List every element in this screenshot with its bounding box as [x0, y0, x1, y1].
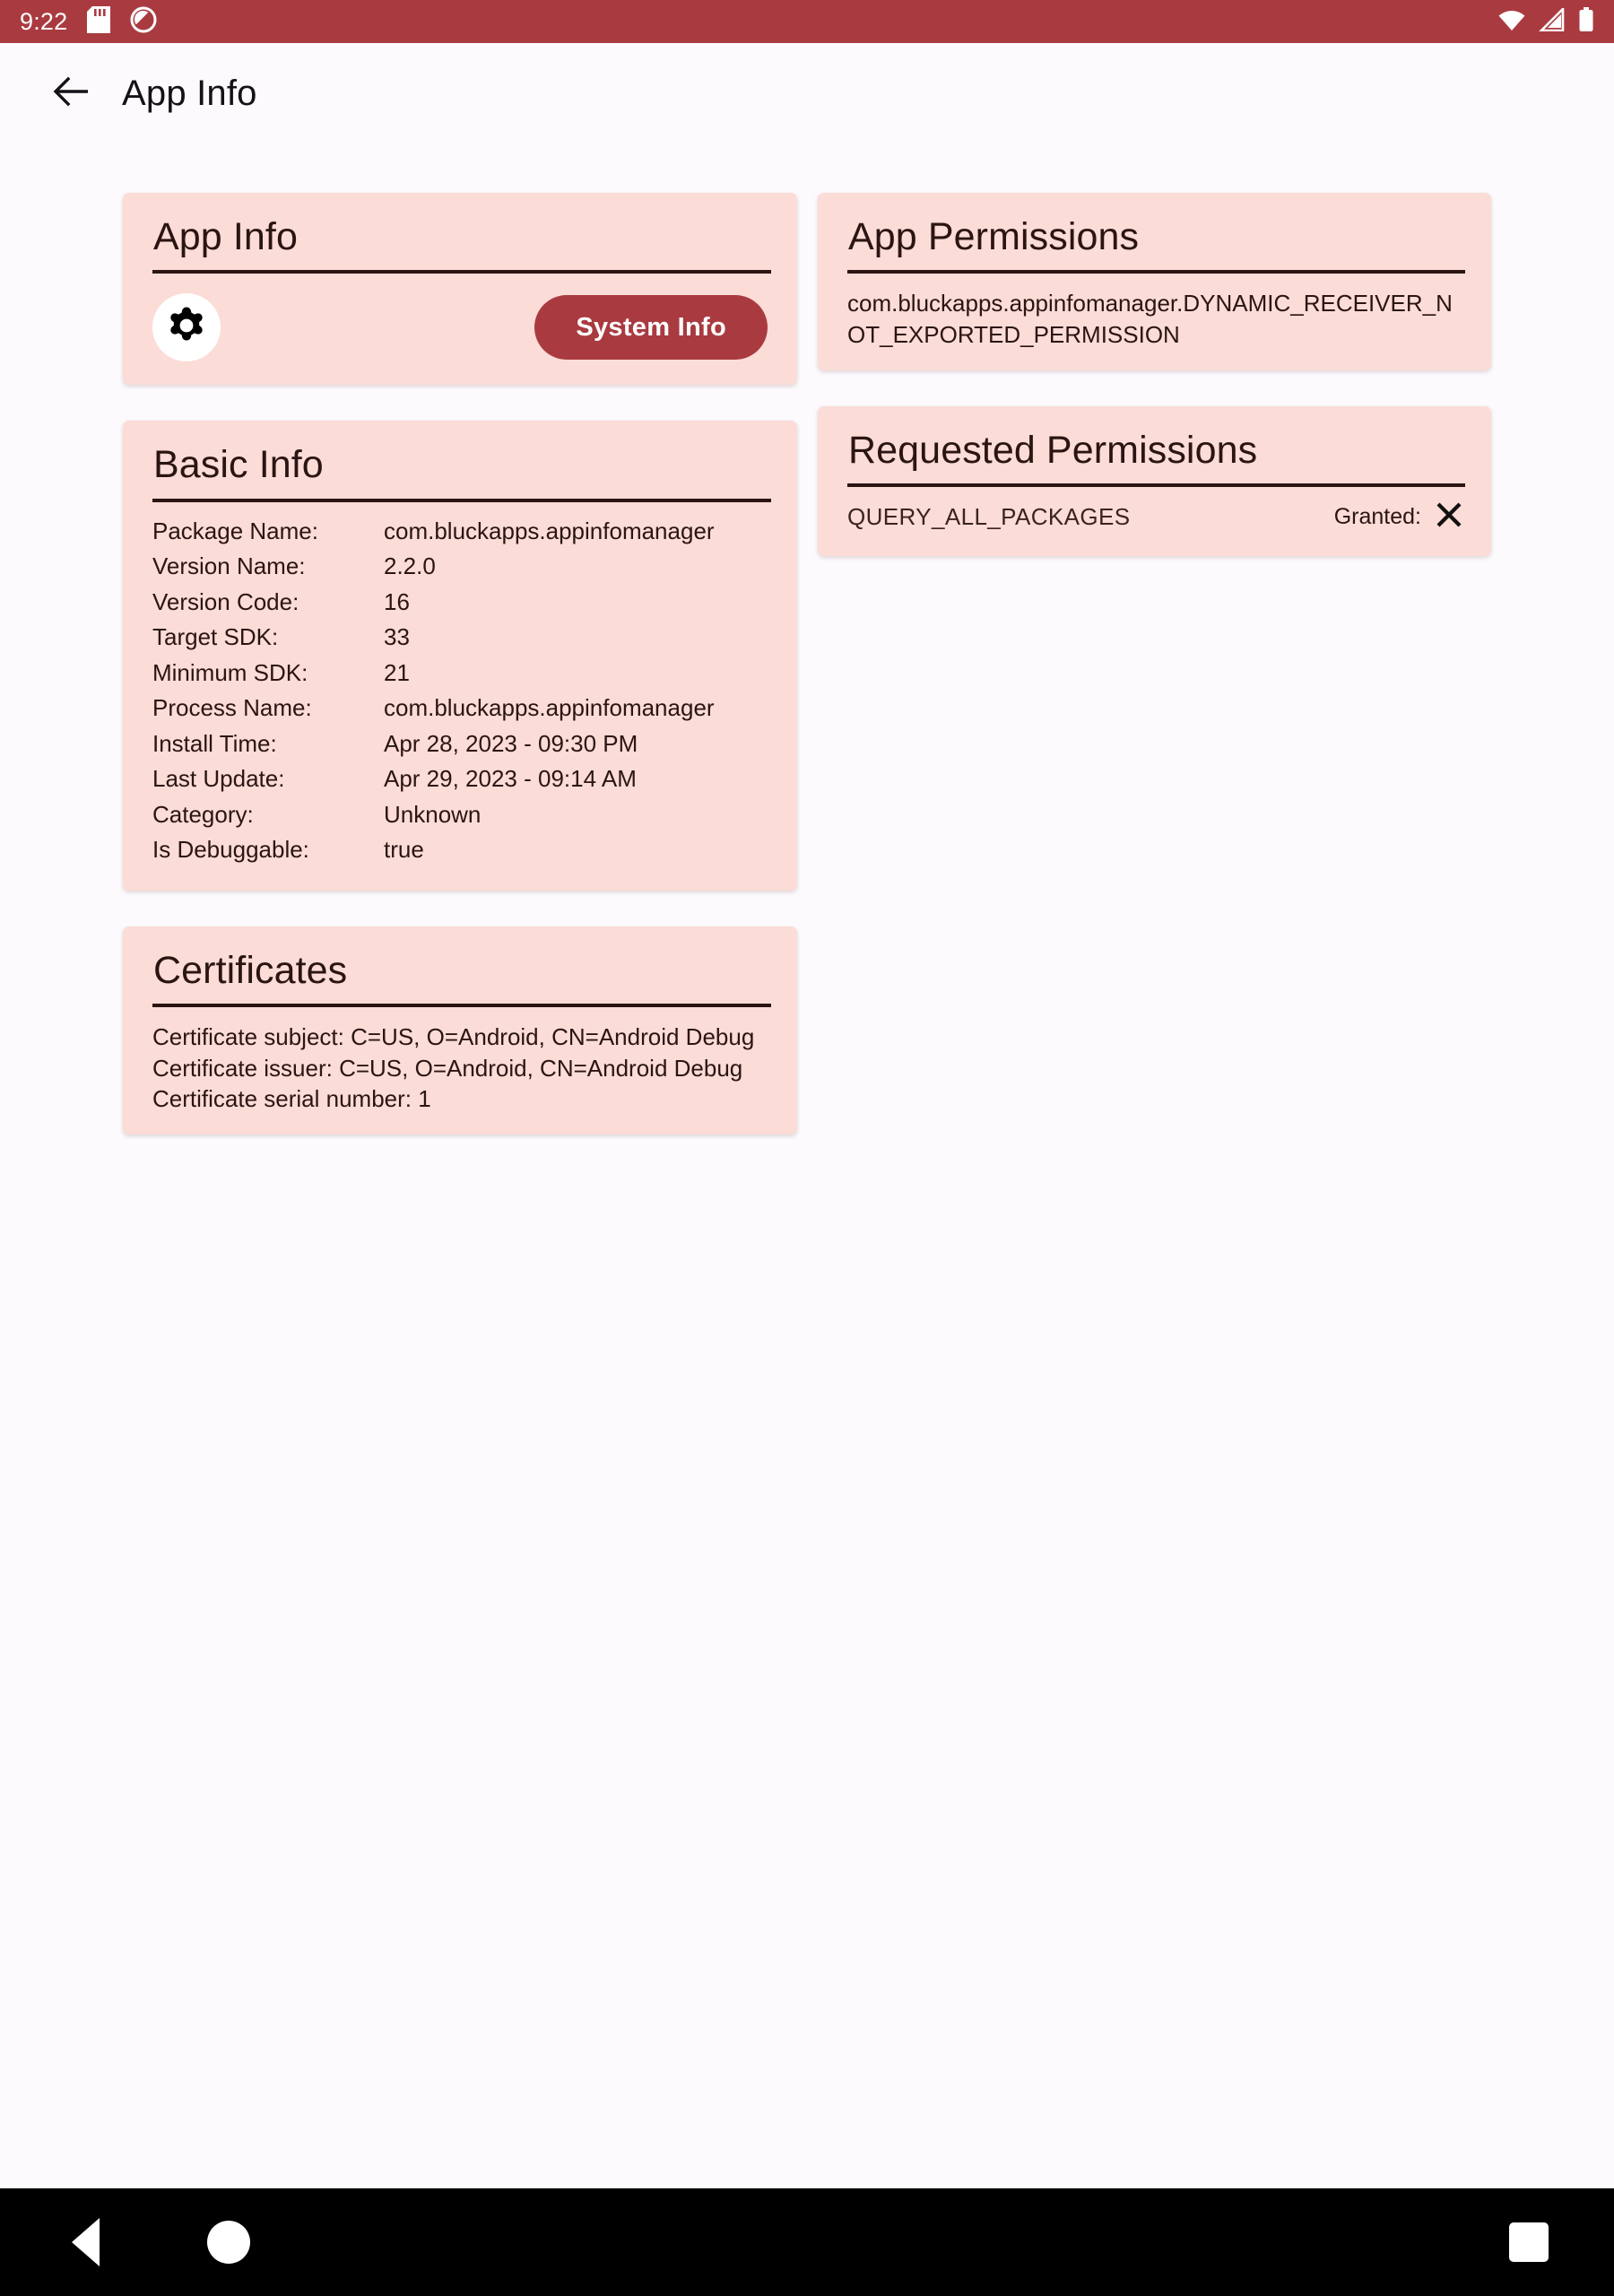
- row-key: Package Name:: [152, 517, 318, 544]
- row-value: 2.2.0: [384, 552, 436, 580]
- card-requested-permissions: Requested Permissions QUERY_ALL_PACKAGES…: [818, 405, 1491, 557]
- row-key: Process Name:: [152, 694, 312, 722]
- card-certificates: Certificates Certificate subject: C=US, …: [123, 926, 797, 1135]
- permission-entry: com.bluckapps.appinfomanager.DYNAMIC_REC…: [847, 290, 1453, 349]
- card-basic-info: Basic Info Package Name: com.bluckapps.a…: [123, 421, 797, 891]
- back-triangle-icon: [71, 2218, 100, 2266]
- table-row: Last Update: Apr 29, 2023 - 09:14 AM: [152, 764, 770, 800]
- app-info-actions-row: System Info: [123, 274, 797, 385]
- table-row: Category: Unknown: [152, 800, 770, 836]
- row-value: Apr 29, 2023 - 09:14 AM: [384, 765, 637, 793]
- card-requested-permissions-title: Requested Permissions: [848, 428, 1258, 472]
- permission-granted-group: Granted:: [1334, 500, 1464, 535]
- basic-info-table-body: Package Name: com.bluckapps.appinfomanag…: [152, 517, 770, 871]
- nav-home-button[interactable]: [179, 2188, 278, 2296]
- battery-icon: [1578, 6, 1594, 37]
- granted-label: Granted:: [1333, 504, 1421, 530]
- basic-info-body: Package Name: com.bluckapps.appinfomanag…: [123, 502, 797, 891]
- nav-recents-button[interactable]: [1480, 2188, 1578, 2296]
- card-basic-info-title: Basic Info: [153, 443, 324, 487]
- card-app-permissions-title: App Permissions: [848, 215, 1140, 258]
- row-value: com.bluckapps.appinfomanager: [384, 694, 715, 722]
- table-row: Install Time: Apr 28, 2023 - 09:30 PM: [152, 729, 770, 765]
- app-icon-button[interactable]: [152, 293, 221, 362]
- close-x-icon: [1434, 500, 1464, 535]
- status-bar: 9:22: [0, 0, 1614, 43]
- recents-square-icon: [1509, 2222, 1549, 2262]
- certificate-line: Certificate issuer: C=US, O=Android, CN=…: [152, 1054, 743, 1082]
- right-column: App Permissions com.bluckapps.appinfoman…: [818, 193, 1491, 592]
- row-value: 21: [384, 658, 410, 686]
- row-key: Version Name:: [152, 552, 306, 580]
- card-app-permissions: App Permissions com.bluckapps.appinfoman…: [818, 193, 1491, 370]
- certificate-line: Certificate subject: C=US, O=Android, CN…: [152, 1023, 755, 1051]
- row-value: 33: [384, 623, 410, 651]
- row-key: Minimum SDK:: [152, 658, 308, 686]
- row-key: Target SDK:: [152, 623, 279, 651]
- page-title: App Info: [122, 73, 257, 113]
- status-bar-left: 9:22: [20, 5, 157, 38]
- cell-signal-icon: [1538, 5, 1566, 36]
- table-row: Minimum SDK: 21: [152, 658, 770, 694]
- card-certificates-title: Certificates: [153, 948, 348, 992]
- wifi-icon: [1497, 8, 1526, 36]
- table-row: Version Code: 16: [152, 587, 770, 623]
- table-row: Process Name: com.bluckapps.appinfomanag…: [152, 693, 770, 729]
- row-key: Version Code:: [152, 587, 299, 615]
- row-key: Category:: [152, 800, 254, 828]
- table-row: Target SDK: 33: [152, 622, 770, 658]
- table-row: Is Debuggable: true: [152, 835, 770, 871]
- do-not-disturb-icon: [130, 6, 157, 38]
- nav-back-button[interactable]: [36, 2188, 134, 2296]
- card-app-info: App Info System Info: [123, 193, 797, 386]
- system-info-button[interactable]: System Info: [534, 295, 768, 361]
- status-bar-right: [1497, 5, 1594, 37]
- system-navigation-bar: [0, 2188, 1614, 2296]
- app-bar: App Info: [0, 43, 1614, 144]
- row-value: 16: [384, 587, 410, 615]
- row-key: Is Debuggable:: [152, 836, 309, 864]
- table-row: Version Name: 2.2.0: [152, 552, 770, 587]
- certificate-line: Certificate serial number: 1: [152, 1085, 431, 1113]
- row-value: com.bluckapps.appinfomanager: [384, 517, 715, 544]
- row-key: Last Update:: [152, 765, 285, 793]
- arrow-back-icon: [52, 75, 91, 112]
- certificates-body: Certificate subject: C=US, O=Android, CN…: [123, 1007, 797, 1135]
- row-value: Apr 28, 2023 - 09:30 PM: [384, 729, 638, 757]
- left-column: App Info System Info Basic Info Package …: [123, 193, 797, 1170]
- app-permissions-body: com.bluckapps.appinfomanager.DYNAMIC_REC…: [818, 274, 1491, 370]
- home-circle-icon: [207, 2221, 250, 2264]
- basic-info-table: Package Name: com.bluckapps.appinfomanag…: [152, 517, 770, 871]
- gear-icon: [165, 304, 208, 352]
- row-value: true: [384, 836, 424, 864]
- sd-card-icon: [87, 5, 111, 38]
- status-bar-clock: 9:22: [20, 7, 68, 35]
- back-button[interactable]: [47, 68, 97, 118]
- table-row: Package Name: com.bluckapps.appinfomanag…: [152, 517, 770, 552]
- requested-permission-row: QUERY_ALL_PACKAGES Granted:: [818, 487, 1491, 556]
- card-app-info-title: App Info: [153, 215, 298, 258]
- row-value: Unknown: [384, 800, 482, 828]
- permission-name: QUERY_ALL_PACKAGES: [847, 503, 1131, 531]
- row-key: Install Time:: [152, 729, 277, 757]
- content-area: App Info System Info Basic Info Package …: [0, 144, 1614, 2188]
